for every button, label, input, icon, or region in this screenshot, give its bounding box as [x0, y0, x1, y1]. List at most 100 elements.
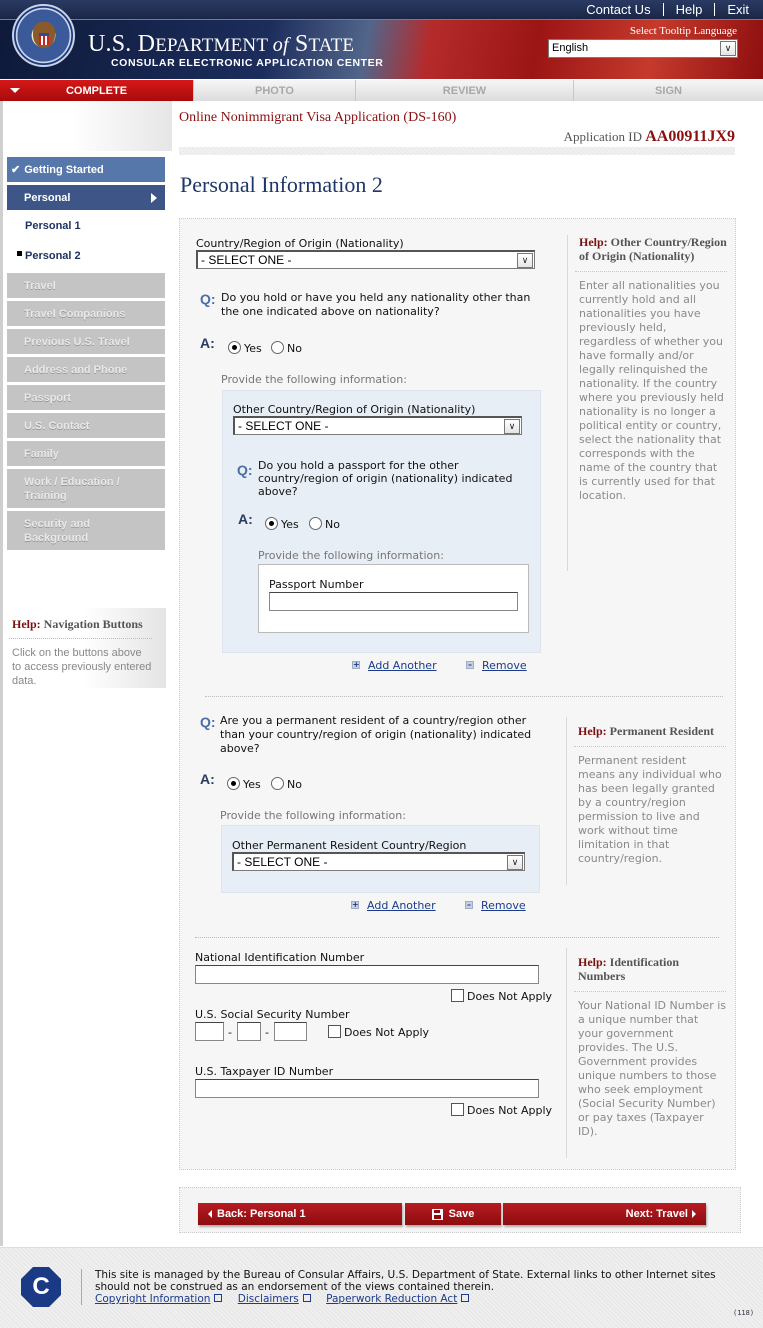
divider — [575, 271, 727, 272]
provide-info-text: Provide the following information: — [221, 373, 407, 386]
chevron-down-icon: ∨ — [720, 41, 736, 56]
remove-nationality-button[interactable]: Remove — [482, 659, 527, 672]
section-divider — [205, 696, 723, 697]
does-not-apply-label: Does Not Apply — [344, 1026, 430, 1039]
tab-review[interactable]: REVIEW — [355, 80, 573, 101]
no-label: No — [287, 342, 302, 355]
back-button[interactable]: Back: Personal 1 — [198, 1203, 402, 1225]
header-divider — [179, 147, 735, 155]
other-nationality-label: Other Country/Region of Origin (National… — [233, 403, 476, 416]
add-another-nationality-button[interactable]: Add Another — [368, 659, 437, 672]
other-passport-question: Do you hold a passport for the other cou… — [258, 459, 513, 498]
caret-down-icon — [10, 88, 20, 93]
external-link-icon — [214, 1294, 223, 1302]
ceac-subtitle: CONSULAR ELECTRONIC APPLICATION CENTER — [111, 57, 384, 69]
department-name: U.S. DEPARTMENT of STATE — [88, 31, 355, 57]
sidebar-item-passport: Passport — [7, 385, 165, 410]
chevron-down-icon: ∨ — [507, 855, 523, 870]
sidebar-item-personal-1[interactable]: Personal 1 — [7, 215, 165, 237]
current-page-bullet-icon — [17, 251, 22, 256]
permanent-resident-country-label: Other Permanent Resident Country/Region — [232, 839, 467, 852]
other-nationality-yes-radio[interactable] — [228, 341, 241, 354]
contact-us-link[interactable]: Contact Us — [586, 2, 650, 17]
arrow-left-icon — [208, 1210, 212, 1218]
sidebar-item-previous-us-travel: Previous U.S. Travel — [7, 329, 165, 354]
nationality-label: Country/Region of Origin (Nationality) — [196, 237, 404, 250]
ssn-part-2-input[interactable] — [237, 1022, 261, 1041]
help-link[interactable]: Help — [676, 2, 703, 17]
sidebar-item-security-background: Security and Background — [7, 511, 165, 550]
add-another-resident-button[interactable]: Add Another — [367, 899, 436, 912]
sidebar-item-address-phone: Address and Phone — [7, 357, 165, 382]
tab-complete[interactable]: COMPLETE — [0, 80, 193, 101]
divider — [662, 3, 664, 16]
divider — [574, 746, 726, 747]
question-marker: Q: — [200, 291, 216, 307]
ssn-label: U.S. Social Security Number — [195, 1008, 350, 1021]
permanent-resident-yes-radio[interactable] — [227, 777, 240, 790]
divider — [81, 1269, 82, 1305]
ssn-does-not-apply-checkbox[interactable] — [328, 1025, 341, 1038]
divider — [9, 638, 152, 639]
other-nationality-no-radio[interactable] — [271, 341, 284, 354]
nationality-select[interactable]: - SELECT ONE - ∨ — [196, 250, 535, 269]
sidebar-item-getting-started[interactable]: ✔ Getting Started — [7, 157, 165, 182]
help-other-nationality: Help: Other Country/Region of Origin (Na… — [567, 235, 727, 571]
tab-photo[interactable]: PHOTO — [193, 80, 355, 101]
passport-number-input[interactable] — [269, 592, 518, 611]
tab-sign[interactable]: SIGN — [573, 80, 763, 101]
build-number: (118) — [733, 1309, 755, 1317]
save-disk-icon — [431, 1208, 443, 1220]
sidebar-item-personal-2[interactable]: Personal 2 — [7, 245, 165, 267]
sidebar-item-personal[interactable]: Personal — [7, 185, 165, 210]
copyright-link[interactable]: Copyright Information — [95, 1293, 210, 1305]
paperwork-reduction-link[interactable]: Paperwork Reduction Act — [326, 1293, 457, 1305]
help-permanent-resident: Help: Permanent Resident Permanent resid… — [566, 717, 726, 885]
sidebar-item-work-education: Work / Education / Training — [7, 469, 165, 508]
permanent-resident-country-select[interactable]: - SELECT ONE - ∨ — [232, 852, 525, 871]
sidebar-item-travel: Travel — [7, 273, 165, 298]
does-not-apply-label: Does Not Apply — [467, 1104, 553, 1117]
question-marker: Q: — [200, 714, 216, 730]
answer-marker: A: — [238, 511, 253, 527]
taxpayer-id-label: U.S. Taxpayer ID Number — [195, 1065, 334, 1078]
navigation-help-box: Help: Navigation Buttons Click on the bu… — [3, 608, 166, 688]
arrow-right-icon — [692, 1210, 696, 1218]
checkmark-icon: ✔ — [11, 164, 21, 176]
department-seal-icon — [12, 4, 75, 67]
next-button[interactable]: Next: Travel — [503, 1203, 706, 1225]
shield-icon — [39, 33, 49, 45]
add-icon: + — [352, 660, 360, 669]
ssn-separator: - — [265, 1026, 269, 1039]
external-link-icon — [302, 1294, 311, 1302]
application-id: Application ID AA00911JX9 — [563, 128, 735, 145]
no-label: No — [325, 518, 340, 531]
taxpayer-id-input[interactable] — [195, 1079, 539, 1098]
tooltip-language-select[interactable]: English ∨ — [548, 39, 738, 58]
other-nationality-select[interactable]: - SELECT ONE - ∨ — [233, 416, 522, 435]
application-title: Online Nonimmigrant Visa Application (DS… — [179, 110, 457, 125]
other-passport-no-radio[interactable] — [309, 517, 322, 530]
ssn-part-3-input[interactable] — [274, 1022, 307, 1041]
taxpayer-does-not-apply-checkbox[interactable] — [451, 1103, 464, 1116]
ssn-separator: - — [228, 1026, 232, 1039]
remove-resident-button[interactable]: Remove — [481, 899, 526, 912]
other-nationality-question: Do you hold or have you held any nationa… — [221, 291, 531, 318]
add-icon: + — [351, 900, 359, 909]
footer-disclaimer: This site is managed by the Bureau of Co… — [95, 1269, 716, 1293]
divider — [714, 3, 716, 16]
national-id-input[interactable] — [195, 965, 539, 984]
section-divider — [195, 937, 719, 938]
answer-marker: A: — [200, 335, 215, 351]
disclaimers-link[interactable]: Disclaimers — [238, 1293, 299, 1305]
yes-label: Yes — [243, 778, 261, 791]
chevron-down-icon: ∨ — [504, 419, 520, 434]
national-id-does-not-apply-checkbox[interactable] — [451, 989, 464, 1002]
sidebar-item-us-contact: U.S. Contact — [7, 413, 165, 438]
save-button[interactable]: Save — [405, 1203, 501, 1225]
permanent-resident-no-radio[interactable] — [271, 777, 284, 790]
ssn-part-1-input[interactable] — [195, 1022, 224, 1041]
exit-link[interactable]: Exit — [727, 2, 749, 17]
other-passport-yes-radio[interactable] — [265, 517, 278, 530]
consular-affairs-logo-icon: C — [21, 1267, 61, 1307]
